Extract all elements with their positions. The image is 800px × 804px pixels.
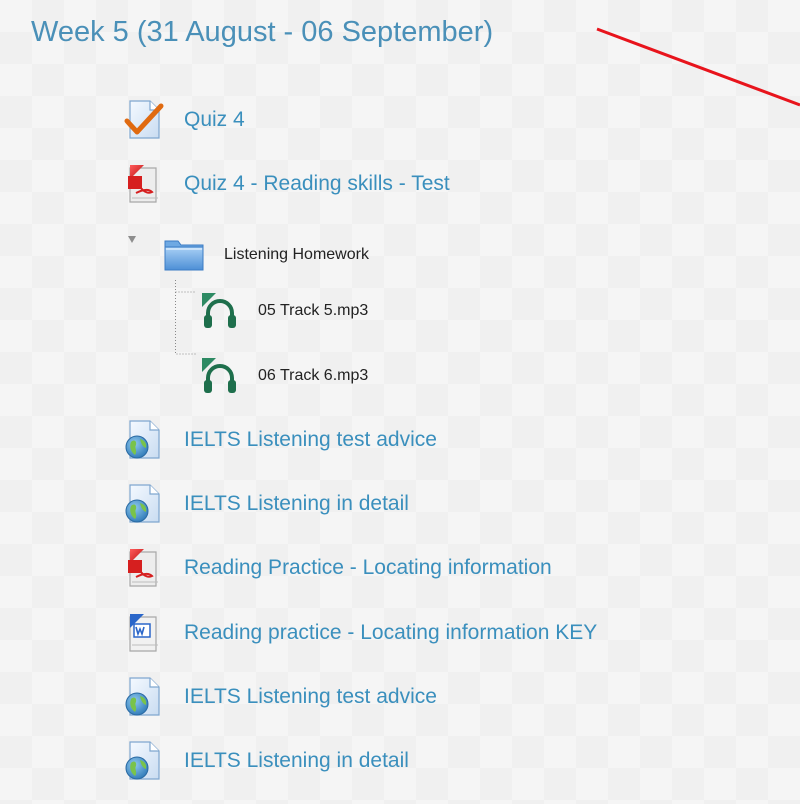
activity-link[interactable]: IELTS Listening test advice [184,685,437,709]
activity-link[interactable]: IELTS Listening in detail [184,492,409,516]
word-document-icon [122,611,166,655]
activity-ielts-listening-test-advice-2[interactable]: IELTS Listening test advice [122,675,437,719]
folder-listening-homework[interactable]: Listening Homework [162,233,369,277]
pdf-icon [122,162,166,206]
activity-ielts-listening-in-detail[interactable]: IELTS Listening in detail [122,482,409,526]
pdf-icon [122,546,166,590]
url-globe-icon [122,482,166,526]
file-label[interactable]: 05 Track 5.mp3 [258,302,368,320]
url-globe-icon [122,418,166,462]
activity-reading-practice-locating-information[interactable]: Reading Practice - Locating information [122,546,552,590]
folder-toggle-arrow[interactable] [128,236,136,243]
url-globe-icon [122,739,166,783]
activity-link[interactable]: IELTS Listening test advice [184,428,437,452]
folder-icon [162,233,206,277]
quiz-check-icon [122,98,166,142]
folder-label[interactable]: Listening Homework [224,246,369,264]
url-globe-icon [122,675,166,719]
activity-link[interactable]: Quiz 4 - Reading skills - Test [184,172,450,196]
activity-link[interactable]: IELTS Listening in detail [184,749,409,773]
activity-quiz-4-reading-skills-test[interactable]: Quiz 4 - Reading skills - Test [122,162,450,206]
activity-link[interactable]: Quiz 4 [184,108,245,132]
activity-link[interactable]: Reading Practice - Locating information [184,556,552,580]
activity-ielts-listening-in-detail-2[interactable]: IELTS Listening in detail [122,739,409,783]
activity-ielts-listening-test-advice[interactable]: IELTS Listening test advice [122,418,437,462]
activity-reading-practice-locating-information-key[interactable]: Reading practice - Locating information … [122,611,597,655]
file-05-track-5[interactable]: 05 Track 5.mp3 [198,289,368,333]
file-06-track-6[interactable]: 06 Track 6.mp3 [198,354,368,398]
audio-headphones-icon [198,289,242,333]
activity-quiz-4[interactable]: Quiz 4 [122,98,245,142]
activity-link[interactable]: Reading practice - Locating information … [184,621,597,645]
section-title[interactable]: Week 5 (31 August - 06 September) [31,16,493,49]
file-label[interactable]: 06 Track 6.mp3 [258,367,368,385]
audio-headphones-icon [198,354,242,398]
